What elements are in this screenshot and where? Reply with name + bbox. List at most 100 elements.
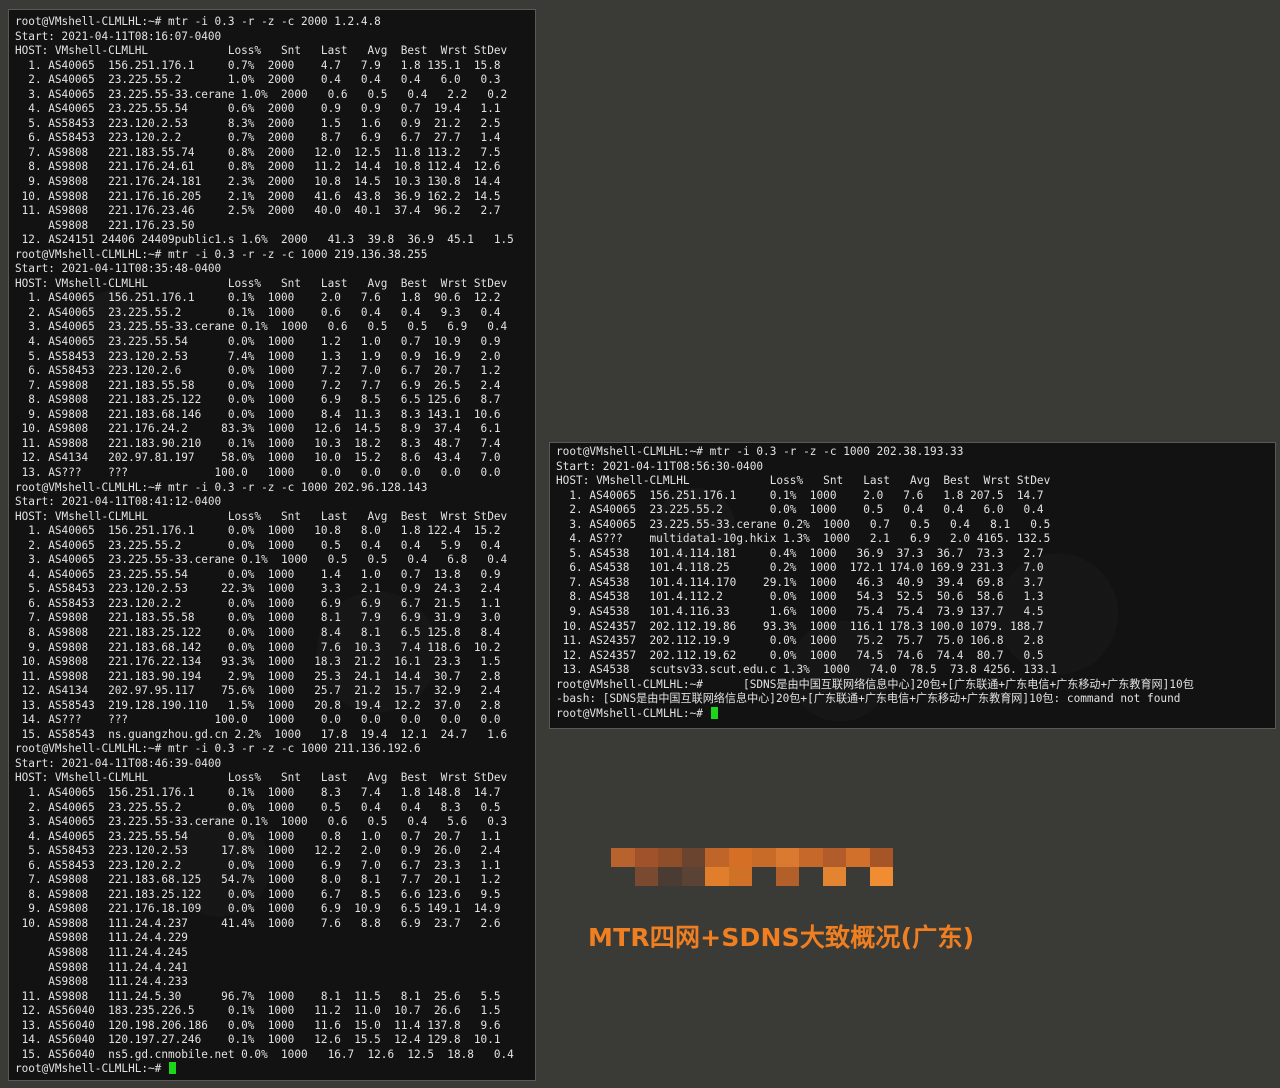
terminal-line: 2. AS40065 23.225.55.2 0.0% 1000 0.5 0.4…	[15, 538, 501, 552]
terminal-line: 11. AS9808 111.24.5.30 96.7% 1000 8.1 11…	[15, 989, 501, 1003]
mosaic-cell	[681, 848, 705, 867]
terminal-line: 10. AS9808 221.176.24.2 83.3% 1000 12.6 …	[15, 422, 501, 436]
terminal-line: 5. AS58453 223.120.2.53 22.3% 1000 3.3 2…	[15, 582, 501, 596]
mosaic-cell	[611, 867, 635, 886]
terminal-line: root@VMshell-CLMLHL:~#	[15, 1062, 535, 1077]
terminal-line: HOST: VMshell-CLMLHL Loss% Snt Last Avg …	[15, 509, 508, 523]
terminal-line: AS9808 111.24.4.233	[15, 975, 188, 989]
terminal-line: 10. AS9808 111.24.4.237 41.4% 1000 7.6 8…	[15, 916, 501, 930]
terminal-line: 7. AS9808 221.183.68.125 54.7% 1000 8.0 …	[15, 873, 501, 887]
terminal-line: 8. AS9808 221.183.25.122 0.0% 1000 6.9 8…	[15, 393, 501, 407]
terminal-line: 2. AS40065 23.225.55.2 0.1% 1000 0.6 0.4…	[15, 305, 501, 319]
mosaic-cell	[846, 848, 870, 867]
terminal-line: 8. AS4538 101.4.112.2 0.0% 1000 54.3 52.…	[556, 590, 1044, 604]
mosaic-cell	[658, 848, 682, 867]
terminal-line: 12. AS4134 202.97.81.197 58.0% 1000 10.0…	[15, 451, 501, 465]
terminal-line: root@VMshell-CLMLHL:~# mtr -i 0.3 -r -z …	[15, 480, 428, 494]
terminal-window-left[interactable]: root@VMshell-CLMLHL:~# mtr -i 0.3 -r -z …	[8, 9, 536, 1081]
terminal-line: 5. AS58453 223.120.2.53 17.8% 1000 12.2 …	[15, 844, 501, 858]
mosaic-cell	[681, 867, 705, 886]
terminal-line: 8. AS9808 221.183.25.122 0.0% 1000 8.4 8…	[15, 625, 501, 639]
terminal-line: 14. AS??? ??? 100.0 1000 0.0 0.0 0.0 0.0…	[15, 713, 501, 727]
mosaic-cell	[611, 848, 635, 867]
terminal-line: 5. AS4538 101.4.114.181 0.4% 1000 36.9 3…	[556, 546, 1044, 560]
mosaic-cell	[705, 848, 729, 867]
terminal-line: 2. AS40065 23.225.55.2 1.0% 2000 0.4 0.4…	[15, 73, 501, 87]
terminal-line: 9. AS9808 221.183.68.142 0.0% 1000 7.6 1…	[15, 640, 501, 654]
mosaic-cell	[822, 848, 846, 867]
terminal-line: 4. AS40065 23.225.55.54 0.6% 2000 0.9 0.…	[15, 102, 501, 116]
terminal-line: 6. AS58453 223.120.2.2 0.0% 1000 6.9 6.9…	[15, 596, 501, 610]
terminal-line: 3. AS40065 23.225.55-33.cerane 0.1% 1000…	[15, 320, 508, 334]
caption-title: MTR四网+SDNS大致概况(广东)	[588, 923, 975, 952]
terminal-line: -bash: [SDNS是由中国互联网络信息中心]20包+[广东联通+广东电信+…	[556, 692, 1181, 706]
mosaic-cell	[775, 867, 799, 886]
terminal-line: 12. AS24357 202.112.19.62 0.0% 1000 74.5…	[556, 648, 1044, 662]
terminal-line: 11. AS9808 221.183.90.194 2.9% 1000 25.3…	[15, 669, 501, 683]
mosaic-cell	[846, 867, 870, 886]
terminal-line: HOST: VMshell-CLMLHL Loss% Snt Last Avg …	[15, 44, 508, 58]
terminal-line: 7. AS9808 221.183.55.58 0.0% 1000 8.1 7.…	[15, 611, 501, 625]
cursor-block	[168, 1062, 176, 1075]
mosaic-cell	[799, 867, 823, 886]
terminal-line: 10. AS24357 202.112.19.86 93.3% 1000 116…	[556, 619, 1044, 633]
terminal-line: AS9808 111.24.4.229	[15, 931, 188, 945]
terminal-line: 2. AS40065 23.225.55.2 0.0% 1000 0.5 0.4…	[15, 800, 501, 814]
terminal-line: 13. AS58543 219.128.190.110 1.5% 1000 20…	[15, 698, 501, 712]
terminal-line: 4. AS40065 23.225.55.54 0.0% 1000 0.8 1.…	[15, 829, 501, 843]
mosaic-row	[611, 867, 893, 886]
mosaic-cell	[869, 848, 893, 867]
terminal-line: 11. AS9808 221.183.90.210 0.1% 1000 10.3…	[15, 436, 501, 450]
terminal-line: 9. AS9808 221.176.18.109 0.0% 1000 6.9 1…	[15, 902, 501, 916]
terminal-line: HOST: VMshell-CLMLHL Loss% Snt Last Avg …	[556, 474, 1051, 488]
terminal-line: root@VMshell-CLMLHL:~#	[556, 706, 1275, 722]
terminal-line: 1. AS40065 156.251.176.1 0.7% 2000 4.7 7…	[15, 58, 501, 72]
mosaic-cell	[658, 867, 682, 886]
terminal-line: 3. AS40065 23.225.55-33.cerane 1.0% 2000…	[15, 87, 508, 101]
terminal-line: 5. AS58453 223.120.2.53 8.3% 2000 1.5 1.…	[15, 116, 501, 130]
terminal-line: 11. AS24357 202.112.19.9 0.0% 1000 75.2 …	[556, 634, 1044, 648]
terminal-line: root@VMshell-CLMLHL:~# mtr -i 0.3 -r -z …	[15, 15, 381, 28]
terminal-line: 8. AS9808 221.176.24.61 0.8% 2000 11.2 1…	[15, 160, 501, 174]
terminal-line: 6. AS58453 223.120.2.6 0.0% 1000 7.2 7.0…	[15, 364, 501, 378]
terminal-window-right[interactable]: root@VMshell-CLMLHL:~# mtr -i 0.3 -r -z …	[549, 442, 1276, 729]
cursor-block	[710, 706, 718, 719]
terminal-line: 4. AS40065 23.225.55.54 0.0% 1000 1.4 1.…	[15, 567, 501, 581]
terminal-line: root@VMshell-CLMLHL:~# [SDNS是由中国互联网络信息中心…	[556, 677, 1194, 691]
mosaic-cell	[728, 867, 752, 886]
terminal-line: AS9808 221.176.23.50	[15, 218, 195, 232]
terminal-line: 1. AS40065 156.251.176.1 0.1% 1000 2.0 7…	[556, 488, 1044, 502]
mosaic-cell	[799, 848, 823, 867]
terminal-line: 1. AS40065 156.251.176.1 0.1% 1000 8.3 7…	[15, 785, 501, 799]
terminal-line: 12. AS24151 24406 24409public1.s 1.6% 20…	[15, 233, 514, 247]
terminal-line: 6. AS58453 223.120.2.2 0.7% 2000 8.7 6.9…	[15, 131, 501, 145]
terminal-line: HOST: VMshell-CLMLHL Loss% Snt Last Avg …	[15, 276, 508, 290]
terminal-line: 3. AS40065 23.225.55-33.cerane 0.2% 1000…	[556, 517, 1051, 531]
terminal-line: HOST: VMshell-CLMLHL Loss% Snt Last Avg …	[15, 771, 508, 785]
mosaic-row	[611, 848, 893, 867]
terminal-line: 2. AS40065 23.225.55.2 0.0% 1000 0.5 0.4…	[556, 503, 1044, 517]
terminal-line: Start: 2021-04-11T08:35:48-0400	[15, 262, 222, 276]
terminal-line: 12. AS56040 183.235.226.5 0.1% 1000 11.2…	[15, 1004, 501, 1018]
terminal-line: 7. AS4538 101.4.114.170 29.1% 1000 46.3 …	[556, 575, 1044, 589]
terminal-line: 3. AS40065 23.225.55-33.cerane 0.1% 1000…	[15, 815, 508, 829]
terminal-line: 8. AS9808 221.183.25.122 0.0% 1000 6.7 8…	[15, 887, 501, 901]
mosaic-cell	[775, 848, 799, 867]
terminal-line: 11. AS9808 221.176.23.46 2.5% 2000 40.0 …	[15, 204, 501, 218]
terminal-line: 13. AS??? ??? 100.0 1000 0.0 0.0 0.0 0.0…	[15, 465, 501, 479]
terminal-line: 7. AS9808 221.183.55.74 0.8% 2000 12.0 1…	[15, 145, 501, 159]
terminal-line: 13. AS4538 scutsv33.scut.edu.c 1.3% 1000…	[556, 663, 1057, 677]
terminal-line: Start: 2021-04-11T08:46:39-0400	[15, 756, 222, 770]
terminal-line: root@VMshell-CLMLHL:~# mtr -i 0.3 -r -z …	[15, 247, 428, 261]
terminal-line: 9. AS9808 221.176.24.181 2.3% 2000 10.8 …	[15, 175, 501, 189]
terminal-line: root@VMshell-CLMLHL:~# mtr -i 0.3 -r -z …	[556, 445, 964, 458]
terminal-line: 6. AS58453 223.120.2.2 0.0% 1000 6.9 7.0…	[15, 858, 501, 872]
terminal-line: 3. AS40065 23.225.55-33.cerane 0.1% 1000…	[15, 553, 508, 567]
terminal-line: 7. AS9808 221.183.55.58 0.0% 1000 7.2 7.…	[15, 378, 501, 392]
terminal-line: Start: 2021-04-11T08:56:30-0400	[556, 459, 764, 473]
terminal-line: Start: 2021-04-11T08:41:12-0400	[15, 495, 222, 509]
terminal-line: 6. AS4538 101.4.118.25 0.2% 1000 172.1 1…	[556, 561, 1044, 575]
mosaic-cell	[634, 867, 658, 886]
mosaic-cell	[822, 867, 846, 886]
terminal-line: AS9808 111.24.4.241	[15, 960, 188, 974]
